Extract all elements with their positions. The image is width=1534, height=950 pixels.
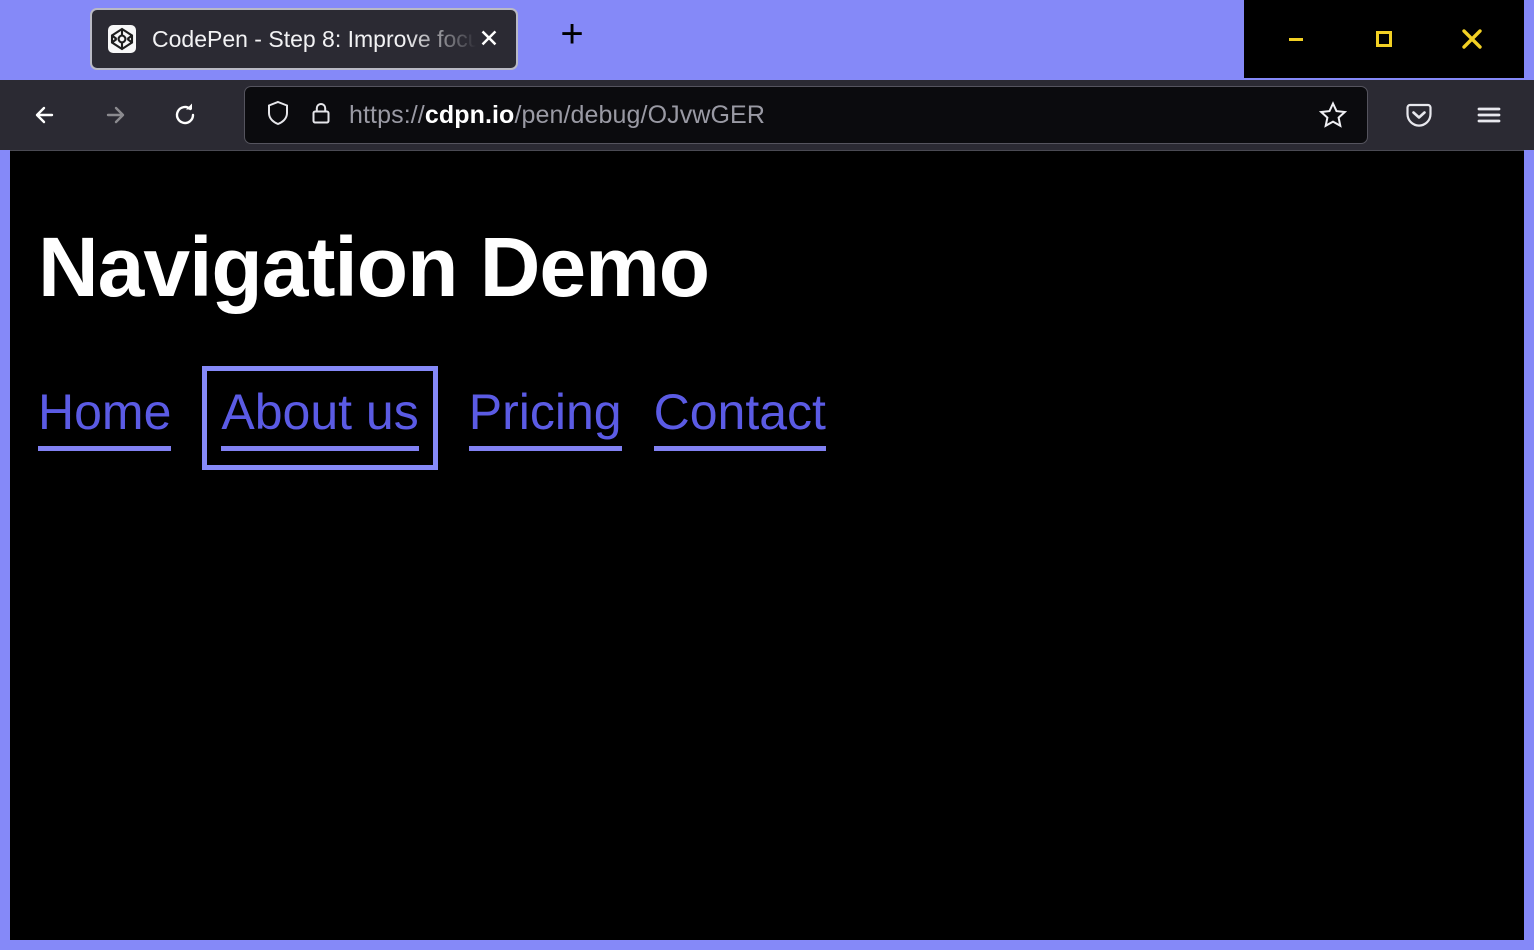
tab-title: CodePen - Step 8: Improve focu [152,26,476,53]
browser-tab[interactable]: CodePen - Step 8: Improve focu ✕ [90,8,518,70]
browser-window: CodePen - Step 8: Improve focu ✕ + [0,0,1534,950]
back-button[interactable] [12,86,78,144]
url-text[interactable]: https://cdpn.io/pen/debug/OJvwGER [349,101,1297,130]
url-bar[interactable]: https://cdpn.io/pen/debug/OJvwGER [244,86,1368,144]
pocket-icon [1402,98,1436,132]
tab-close-icon[interactable]: ✕ [476,26,502,52]
nav-link-pricing[interactable]: Pricing [469,385,622,451]
bookmark-star-icon[interactable] [1311,93,1355,137]
new-tab-button[interactable]: + [546,8,598,60]
close-icon [1455,22,1489,56]
browser-toolbar: https://cdpn.io/pen/debug/OJvwGER [0,80,1534,150]
padlock-icon [307,99,335,132]
pocket-button[interactable] [1386,86,1452,144]
forward-arrow-icon [98,98,132,132]
url-path: /pen/debug/OJvwGER [514,101,765,129]
minimize-button[interactable] [1252,0,1340,78]
minimize-icon [1281,24,1311,54]
window-controls [1244,0,1524,78]
hamburger-menu-icon [1472,98,1506,132]
reload-button[interactable] [152,86,218,144]
menu-button[interactable] [1456,86,1522,144]
nav-link-home[interactable]: Home [38,385,171,451]
maximize-icon [1369,24,1399,54]
forward-button[interactable] [82,86,148,144]
reload-icon [168,98,202,132]
site-navigation: Home About us Pricing Contact [38,385,1524,451]
codepen-favicon-icon [108,25,136,53]
close-button[interactable] [1428,0,1516,78]
url-scheme: https:// [349,101,425,129]
nav-link-contact[interactable]: Contact [654,385,826,451]
page-viewport: Navigation Demo Home About us Pricing Co… [10,150,1524,940]
url-domain: cdpn.io [425,101,515,129]
page-title: Navigation Demo [38,225,1524,309]
back-arrow-icon [28,98,62,132]
tab-strip: CodePen - Step 8: Improve focu ✕ + [0,0,1534,80]
shield-icon[interactable] [263,98,293,133]
nav-link-about-us[interactable]: About us [221,385,418,451]
maximize-button[interactable] [1340,0,1428,78]
